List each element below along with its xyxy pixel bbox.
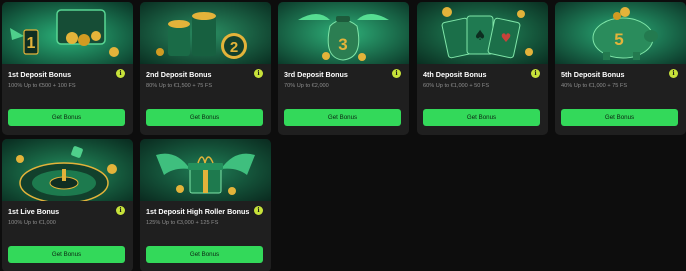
svg-text:2: 2	[230, 39, 238, 56]
bonus-title: 5th Deposit Bonus	[561, 70, 625, 79]
get-bonus-button[interactable]: Get Bonus	[146, 246, 263, 263]
bonus-card-1st-deposit: 1 1st Deposit Bonus 100% Up to €500 + 10…	[2, 2, 133, 135]
info-icon[interactable]: i	[669, 69, 678, 78]
bonus-title: 4th Deposit Bonus	[423, 70, 487, 79]
money-bag-three-icon: 3	[278, 2, 409, 64]
bonus-terms: 100% Up to €500 + 100 FS	[8, 83, 76, 89]
svg-text:3: 3	[338, 35, 347, 54]
piggy-bank-five-icon: 5	[555, 2, 686, 64]
bonus-terms: 70% Up to €2,000	[284, 83, 329, 89]
get-bonus-button[interactable]: Get Bonus	[423, 109, 540, 126]
bonus-terms: 80% Up to €1,500 + 75 FS	[146, 83, 213, 89]
bonus-terms: 125% Up to €3,000 + 125 FS	[146, 220, 219, 226]
info-icon[interactable]: i	[392, 69, 401, 78]
info-icon[interactable]: i	[116, 206, 125, 215]
svg-text:♠: ♠	[474, 28, 487, 44]
svg-text:1: 1	[27, 35, 36, 52]
numbers-one-icon: 1	[2, 2, 133, 64]
bonus-title: 1st Deposit High Roller Bonus	[146, 207, 250, 216]
bonus-card-5th-deposit: 5 5th Deposit Bonus 40% Up to €1,000 + 7…	[555, 2, 686, 135]
roulette-wheel-icon	[2, 139, 133, 201]
svg-text:♥: ♥	[501, 31, 512, 45]
info-icon[interactable]: i	[254, 69, 263, 78]
bonus-card-3rd-deposit: 3 3rd Deposit Bonus 70% Up to €2,000 i G…	[278, 2, 409, 135]
bonus-card-high-roller: 1st Deposit High Roller Bonus 125% Up to…	[140, 139, 271, 271]
bonus-title: 1st Live Bonus	[8, 207, 60, 216]
bonus-terms: 100% Up to €1,000	[8, 220, 56, 226]
playing-cards-icon: ♠ ♥	[417, 2, 548, 64]
bonus-card-4th-deposit: ♠ ♥ 4th Deposit Bonus 60% Up to €1,000 +…	[417, 2, 548, 135]
bonus-title: 1st Deposit Bonus	[8, 70, 72, 79]
bonus-title: 2nd Deposit Bonus	[146, 70, 212, 79]
info-icon[interactable]: i	[531, 69, 540, 78]
bonus-title: 3rd Deposit Bonus	[284, 70, 348, 79]
info-icon[interactable]: i	[116, 69, 125, 78]
get-bonus-button[interactable]: Get Bonus	[284, 109, 401, 126]
coin-stacks-two-icon: 2	[140, 2, 271, 64]
get-bonus-button[interactable]: Get Bonus	[8, 109, 125, 126]
winged-gift-icon	[140, 139, 271, 201]
get-bonus-button[interactable]: Get Bonus	[8, 246, 125, 263]
svg-text:5: 5	[614, 30, 623, 49]
bonus-card-2nd-deposit: 2 2nd Deposit Bonus 80% Up to €1,500 + 7…	[140, 2, 271, 135]
bonus-terms: 40% Up to €1,000 + 75 FS	[561, 83, 628, 89]
get-bonus-button[interactable]: Get Bonus	[146, 109, 263, 126]
bonus-terms: 60% Up to €1,000 + 50 FS	[423, 83, 490, 89]
get-bonus-button[interactable]: Get Bonus	[561, 109, 678, 126]
info-icon[interactable]: i	[254, 206, 263, 215]
bonus-card-1st-live: 1st Live Bonus 100% Up to €1,000 i Get B…	[2, 139, 133, 271]
